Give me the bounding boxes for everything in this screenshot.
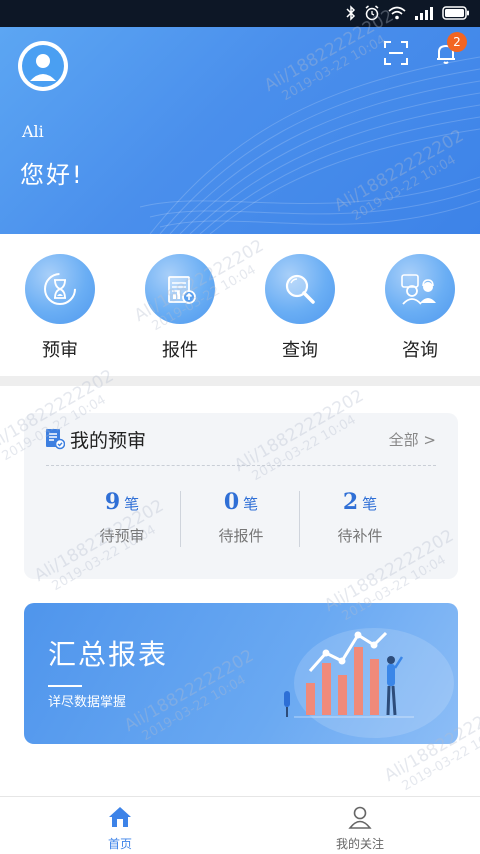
quick-action-label: 查询 [282, 340, 318, 361]
quick-action-consult[interactable]: 咨询 [380, 254, 460, 362]
stat-pending-submit[interactable]: 0笔 待报件 [181, 489, 301, 546]
quick-action-submit[interactable]: 报件 [140, 254, 220, 362]
person-icon [348, 806, 372, 829]
report-subtitle: 详尽数据掌握 [48, 695, 127, 710]
stat-unit: 笔 [124, 495, 140, 513]
status-icons [346, 4, 470, 22]
user-name: Ali [22, 122, 44, 141]
alarm-icon [365, 5, 379, 21]
stat-pending-supplement[interactable]: 2笔 待补件 [300, 489, 420, 546]
stat-pending-review[interactable]: 9笔 待预审 [62, 489, 182, 546]
review-document-icon [46, 429, 65, 450]
stat-label: 待预审 [99, 527, 145, 545]
stat-unit: 笔 [243, 495, 259, 513]
tab-label: 首页 [107, 837, 132, 851]
profile-header: 2 Ali 您好! [0, 27, 480, 234]
tab-label: 我的关注 [335, 837, 384, 851]
dashed-divider [46, 465, 436, 466]
quick-action-label: 预审 [42, 340, 78, 361]
wifi-icon [388, 6, 406, 20]
tab-home[interactable]: 首页 [75, 805, 165, 852]
stat-value: 9 [104, 489, 121, 515]
quick-action-label: 报件 [162, 340, 198, 361]
notification-badge: 2 [447, 32, 467, 52]
hourglass-icon [25, 254, 95, 324]
bluetooth-icon [346, 5, 356, 21]
stat-unit: 笔 [362, 495, 378, 513]
view-all-link[interactable]: 全部 > [389, 429, 436, 450]
signal-icon [415, 7, 433, 20]
quick-action-preview[interactable]: 预审 [20, 254, 100, 362]
quick-actions: 预审 报件 查询 咨询 [0, 234, 480, 376]
stat-value: 2 [342, 489, 359, 515]
status-bar [0, 0, 480, 27]
battery-icon [442, 6, 469, 20]
bar-chart-illustration-icon [284, 628, 454, 738]
report-title: 汇总报表 [48, 638, 169, 671]
summary-report-banner[interactable]: 汇总报表 详尽数据掌握 [24, 603, 458, 744]
tab-my-follow[interactable]: 我的关注 [315, 805, 405, 852]
customer-service-icon [385, 254, 455, 324]
stat-label: 待报件 [218, 527, 264, 545]
stat-value: 0 [223, 489, 240, 515]
report-underline [48, 685, 82, 687]
document-upload-icon [145, 254, 215, 324]
search-icon [265, 254, 335, 324]
avatar[interactable] [18, 41, 68, 91]
my-review-card: 我的预审 全部 > 9笔 待预审 0笔 待报件 2笔 待补件 [24, 413, 458, 579]
scan-icon[interactable] [383, 40, 409, 66]
quick-action-label: 咨询 [402, 340, 438, 361]
review-title: 我的预审 [70, 430, 147, 452]
bottom-tab-bar: 首页 我的关注 [0, 796, 480, 854]
section-divider [0, 376, 480, 386]
stat-label: 待补件 [337, 527, 383, 545]
home-icon [109, 807, 131, 827]
greeting: 您好! [20, 161, 84, 189]
quick-action-query[interactable]: 查询 [260, 254, 340, 362]
user-avatar-icon [22, 45, 64, 87]
